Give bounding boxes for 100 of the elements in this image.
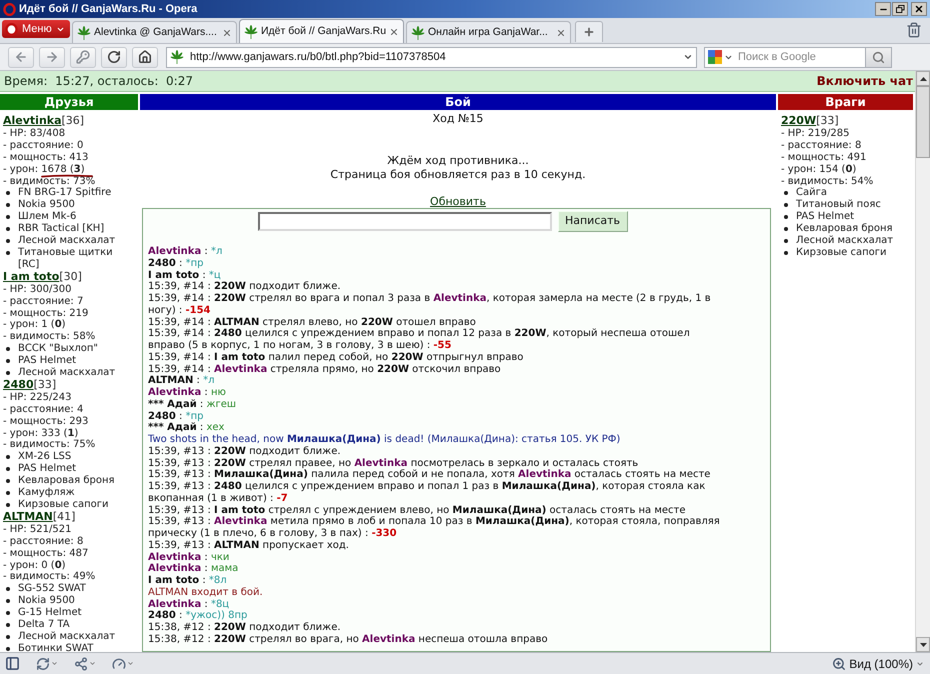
equipment-item: Nokia 9500 — [18, 199, 75, 211]
caret-icon[interactable] — [127, 660, 134, 667]
bullet-icon — [6, 611, 10, 616]
close-icon[interactable] — [556, 28, 566, 38]
bullet-icon — [784, 227, 788, 232]
equipment-item: PAS Helmet — [796, 211, 854, 224]
log-entry: 15:38, #12 : 220W стрелял во врага, но Alevtinka неспеша отошла вправо — [148, 634, 549, 646]
key-button[interactable] — [70, 46, 96, 68]
speed-button[interactable] — [112, 656, 134, 672]
caret-icon[interactable] — [89, 660, 96, 667]
share-button[interactable] — [74, 656, 96, 672]
log-entry: 15:39, #13 : I am toto стрелял с упреждением влево, но Милашка(Дина) осталась стоять на месте — [148, 504, 687, 516]
chat-toggle-link[interactable]: Включить чат — [816, 72, 913, 90]
browser-tab[interactable]: Alevtinka @ GanjaWars.... — [72, 21, 237, 43]
zoom-in-icon — [832, 656, 846, 670]
chat-input[interactable] — [258, 212, 552, 231]
equipment-item: Кирзовые сапоги — [18, 499, 109, 511]
stat-line: - расстояние: 8 — [3, 536, 84, 547]
caret-icon[interactable] — [916, 660, 924, 668]
player-level: [41] — [52, 510, 76, 523]
player-name-link[interactable]: Alevtinka — [3, 114, 62, 127]
reload-icon — [107, 50, 121, 64]
log-entry: *** Адай : хех — [148, 422, 226, 434]
log-entry: 15:39, #14 : 220W стрелял во врага и попал 3 раза в Alevtinka, которая замерла на месте (2 в грудь, 1 в ногу) : -154 — [148, 293, 712, 316]
player-level: [33] — [816, 114, 839, 127]
log-entry: 2480 : *ужос)) 8пр — [148, 610, 248, 622]
close-icon[interactable] — [389, 26, 400, 36]
equipment-item: RBR Tactical [KH] — [18, 223, 104, 235]
log-entry: 15:39, #14 : Alevtinka стреляла прямо, но 220W отскочил вправо — [148, 364, 502, 376]
share-icon — [74, 656, 88, 670]
bullet-icon — [6, 239, 10, 244]
player-name-link[interactable]: I am toto — [3, 270, 60, 283]
bullet-icon — [784, 203, 788, 208]
stat-line: - HP: 219/285 — [781, 128, 850, 139]
equipment-item: Кевларовая броня — [796, 223, 893, 235]
browser-tab[interactable]: Идёт бой // GanjaWars.Ru — [239, 19, 404, 43]
stat-line: - видимость: 58% — [3, 331, 96, 342]
log-entry: *** Адай : жгеш — [148, 398, 238, 410]
scroll-down-button[interactable] — [916, 637, 930, 652]
player-name-link[interactable]: ALTMAN — [3, 510, 53, 523]
panel-toggle-button[interactable] — [4, 656, 20, 672]
search-icon — [872, 50, 885, 64]
menu-button[interactable]: Меню — [2, 20, 70, 38]
send-button[interactable]: Написать — [558, 211, 628, 232]
search-field[interactable]: Поиск в Google — [704, 46, 892, 68]
log-entry: 15:39, #13 : Alevtinka метила прямо в лоб и попала 10 раз в Милашка(Дина), которая стояла, поправляя прическу (1 в плечо, 6 в голову, 3 в пах) : -330 — [148, 516, 721, 540]
log-entry: 15:39, #14 : 220W подходит ближе. — [148, 281, 342, 293]
bullet-icon — [6, 215, 10, 220]
zoom-button[interactable]: Вид (100%) — [832, 654, 924, 672]
close-icon[interactable] — [222, 28, 232, 38]
triangle-down-icon — [920, 642, 926, 646]
log-entry: Alevtinka : мама — [148, 563, 240, 575]
caret-icon[interactable] — [683, 52, 693, 62]
equipment-item: Сайга — [796, 187, 827, 199]
restore-icon — [896, 5, 904, 13]
log-entry: 15:39, #13 : 220W подходит ближе. — [148, 446, 342, 458]
stat-line: - урон: 1 (0) — [3, 319, 66, 330]
back-button[interactable] — [8, 46, 34, 68]
refresh-link[interactable]: Обновить — [430, 195, 486, 208]
stat-line: - HP: 300/300 — [3, 284, 72, 295]
search-button[interactable] — [865, 48, 891, 66]
home-icon — [138, 50, 152, 64]
player-level: [30] — [59, 270, 82, 283]
minimize-button[interactable] — [875, 2, 891, 16]
player-name-link[interactable]: 220W — [781, 114, 816, 127]
home-button[interactable] — [132, 46, 158, 68]
stat-line: - видимость: 73% — [3, 176, 96, 187]
equipment-item: Шлем Mk-6 — [18, 211, 76, 223]
forward-button[interactable] — [39, 46, 65, 68]
search-input[interactable]: Поиск в Google — [738, 48, 863, 66]
turn-number: Ход №15 — [432, 112, 484, 125]
equipment-item: Титановый пояс — [796, 199, 881, 211]
trash-icon — [906, 22, 922, 38]
scroll-up-button[interactable] — [916, 71, 930, 86]
log-entry: Alevtinka : *л — [148, 246, 224, 258]
scrollbar-thumb[interactable] — [916, 86, 930, 158]
address-field[interactable]: http://www.ganjawars.ru/b0/btl.php?bid=1107378504 — [166, 46, 697, 68]
log-entry: 15:39, #14 : I am toto палил перед собой, но 220W отпрыгнул вправо — [148, 352, 524, 364]
close-icon — [914, 4, 924, 14]
caret-icon[interactable] — [51, 660, 58, 667]
column-header: Бой — [140, 94, 776, 110]
stat-line: - мощность: 487 — [3, 548, 88, 559]
leaf-icon — [77, 26, 91, 40]
log-entry: Alevtinka : ню — [148, 387, 227, 399]
close-button[interactable] — [911, 2, 927, 16]
browser-tab[interactable]: Онлайн игра GanjaWar... — [406, 21, 571, 43]
bullet-icon — [6, 347, 10, 352]
stat-line: - видимость: 54% — [781, 176, 874, 187]
bullet-icon — [784, 250, 788, 255]
bullet-icon — [6, 491, 10, 496]
new-tab-button[interactable] — [575, 21, 603, 42]
plus-icon — [583, 26, 595, 38]
reload-button[interactable] — [101, 46, 127, 68]
player-level: [33] — [34, 378, 56, 391]
sync-button[interactable] — [36, 656, 58, 672]
ring-logo-icon — [3, 2, 16, 16]
equipment-item: SG-552 SWAT — [18, 583, 86, 595]
player-name-link[interactable]: 2480 — [3, 378, 34, 391]
restore-button[interactable] — [892, 2, 908, 16]
status-text: Ждём ход противника... — [387, 154, 529, 168]
